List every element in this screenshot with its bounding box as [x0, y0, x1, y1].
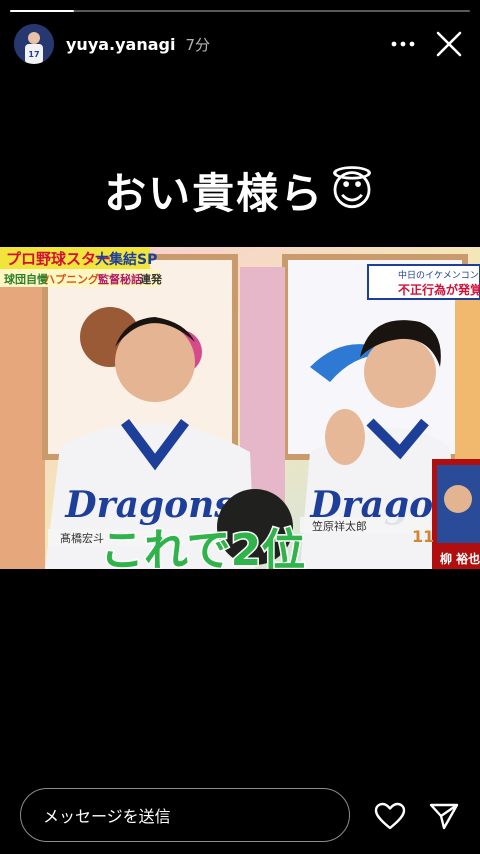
program-subtitle-4: 連発: [140, 272, 163, 286]
program-subtitle-2: ハプニング: [44, 272, 99, 286]
corner-subtitle: 不正行為が発覚: [398, 282, 480, 297]
send-button[interactable]: [424, 798, 464, 834]
more-horizontal-icon: [391, 41, 415, 47]
message-placeholder: メッセージを送信: [43, 807, 171, 826]
avatar-image: 17: [14, 24, 54, 64]
send-icon: [429, 803, 459, 830]
story-photo: Dragons Dragons プロ野球スター 大集結SP 球団自慢 ハプニング…: [0, 247, 480, 569]
caption-text: おい貴様ら: [104, 169, 325, 218]
close-button[interactable]: [432, 27, 466, 61]
svg-text:17: 17: [28, 50, 39, 59]
angel-emoji-icon: 😇: [330, 166, 376, 215]
tv-screen-photo: Dragons Dragons プロ野球スター 大集結SP 球団自慢 ハプニング…: [0, 247, 480, 569]
username[interactable]: yuya.yanagi: [66, 35, 175, 54]
message-input[interactable]: メッセージを送信: [20, 788, 350, 842]
tv-big-caption: これで2位: [100, 525, 305, 569]
left-jersey-logo: Dragons: [64, 484, 234, 526]
inset-name: 柳 裕也: [440, 551, 480, 566]
close-icon: [436, 31, 462, 57]
time-ago: 7分: [185, 35, 211, 54]
like-button[interactable]: [370, 798, 410, 834]
right-player-name: 笠原祥太郎: [312, 519, 367, 533]
right-player-number: 11: [412, 527, 434, 546]
program-title-2: 大集結SP: [95, 251, 157, 268]
left-player-name: 髙橋宏斗: [60, 531, 104, 545]
story-header: 17 yuya.yanagi 7分: [14, 22, 466, 66]
heart-icon: [374, 802, 406, 830]
program-subtitle-1: 球団自慢: [4, 272, 49, 286]
avatar[interactable]: 17: [14, 24, 54, 64]
story-caption: おい貴様ら 😇: [0, 160, 480, 221]
story-progress-fill: [10, 10, 75, 12]
program-subtitle-3: 監督秘話: [98, 272, 142, 286]
story-progress-bar: [10, 10, 470, 12]
corner-title: 中日のイケメンコン: [398, 269, 479, 281]
more-button[interactable]: [386, 27, 420, 61]
